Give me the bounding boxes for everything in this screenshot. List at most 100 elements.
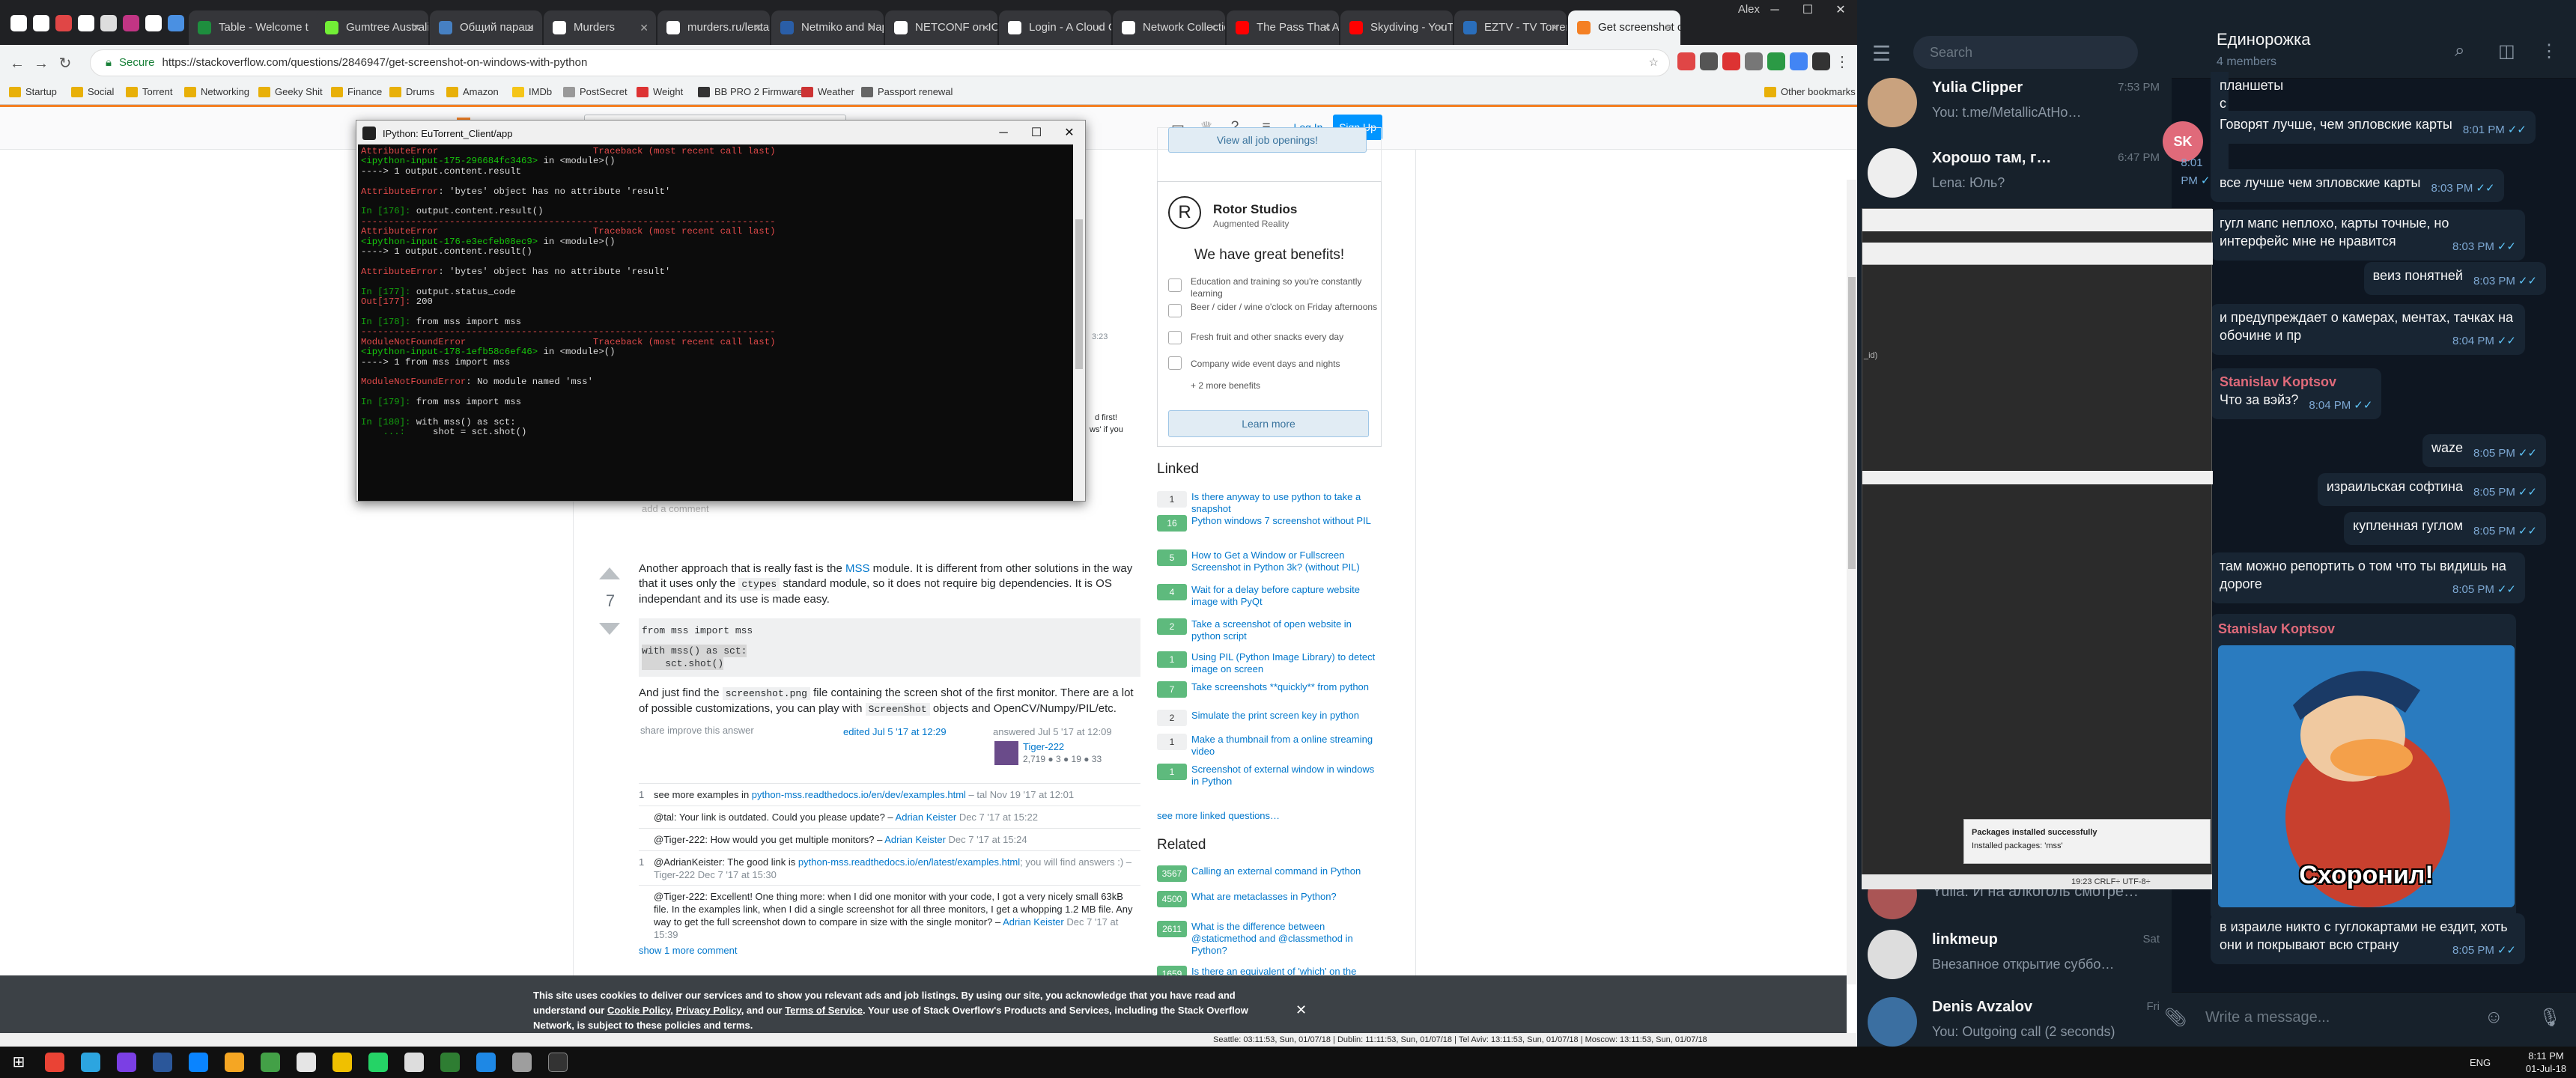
question-link[interactable]: Using PIL (Python Image Library) to dete… [1191,651,1379,675]
chat-message[interactable]: гугл мапс неплохо, карты точные, но инте… [2211,210,2525,261]
bookmark-social[interactable]: Social [71,86,114,97]
address-bar[interactable]: 🔒︎ Secure https://stackoverflow.com/questi… [90,49,1670,76]
bookmark-finance[interactable]: Finance [331,86,382,97]
question-link[interactable]: Screenshot of external window in windows… [1191,764,1379,788]
scrollbar-thumb[interactable] [1075,219,1083,369]
chat-message[interactable]: купленная гуглом 8:05 PM ✓✓ [2344,512,2546,545]
app-icon[interactable] [261,1053,280,1072]
language-indicator[interactable]: ENG [2470,1057,2491,1068]
cookie-policy-link[interactable]: Cookie Policy [607,1005,670,1016]
sidebar-toggle-icon[interactable]: ◫ [2498,40,2515,62]
dialog-item[interactable]: Хорошо там, г… Lena: Юль? 6:47 PM [1857,139,2172,207]
extension-icon[interactable] [1722,52,1740,70]
whatsapp-icon[interactable] [368,1053,388,1072]
question-link[interactable]: Is there anyway to use python to take a … [1191,491,1379,515]
question-link[interactable]: Take screenshots **quickly** from python [1191,681,1379,693]
profile-name[interactable]: Alex [1738,3,1760,16]
minimize-button[interactable]: ─ [987,122,1020,144]
pinned-tab-icon[interactable] [78,15,94,31]
question-link[interactable]: Calling an external command in Python [1191,865,1379,877]
comment-link[interactable]: python-mss.readthedocs.io/en/latest/exam… [798,856,1020,868]
extension-icon[interactable] [1767,52,1785,70]
avatar[interactable] [994,741,1018,765]
onenote-icon[interactable] [117,1053,136,1072]
back-icon[interactable]: ← [7,54,27,73]
message-author[interactable]: Stanislav Koptsov [2220,373,2372,391]
extension-icon[interactable] [1700,52,1718,70]
close-icon[interactable]: ✕ [526,10,535,45]
comment-author-link[interactable]: Adrian Keister [896,811,957,823]
chat-message[interactable]: веиз понятней 8:03 PM ✓✓ [2363,262,2546,295]
page-scrollbar[interactable] [1847,180,1857,984]
company-logo[interactable]: R [1168,196,1201,229]
maximize-button[interactable]: ☐ [1020,122,1053,144]
app-icon[interactable] [225,1053,244,1072]
tab[interactable]: The Pass That Alli ✕ [1227,10,1339,45]
bookmark-bbpro[interactable]: BB PRO 2 Firmware [698,86,803,97]
share-links[interactable]: share improve this answer [640,725,754,736]
chrome-icon[interactable] [45,1053,64,1072]
comment-author-link[interactable]: Adrian Keister [884,834,946,845]
pinned-tab-icon[interactable] [123,15,139,31]
tab[interactable]: Общий параш ✕ [430,10,542,45]
minimize-button[interactable]: ─ [1758,0,1791,21]
app-icon[interactable] [512,1053,532,1072]
app-icon[interactable] [476,1053,496,1072]
close-icon[interactable]: ✕ [1436,10,1445,45]
comment-link[interactable]: python-mss.readthedocs.io/en/dev/example… [752,789,966,800]
app-icon[interactable] [440,1053,460,1072]
upvote-icon[interactable] [599,567,620,579]
bookmark-startup[interactable]: Startup [9,86,57,97]
bookmark-torrent[interactable]: Torrent [126,86,172,97]
question-link[interactable]: Make a thumbnail from a online streaming… [1191,734,1379,758]
bookmark-imdb[interactable]: IMDb [512,86,552,97]
close-icon[interactable]: ✕ [412,10,421,45]
chat-message[interactable]: Stanislav Koptsov Что за вэйз? 8:04 PM ✓✓ [2211,368,2382,419]
extension-icon[interactable] [1812,52,1830,70]
attach-icon[interactable]: 📎︎ [2164,1007,2187,1029]
chat-message[interactable]: waze 8:05 PM ✓✓ [2422,434,2546,467]
bookmark-other[interactable]: Other bookmarks [1764,86,1856,97]
close-icon[interactable]: ✕ [1322,10,1331,45]
tab[interactable]: Netmiko and Nap ✕ [771,10,884,45]
tab-active[interactable]: Get screenshot on✕ [1568,10,1680,45]
close-icon[interactable]: ✕ [1664,10,1673,45]
pinned-tab-icon[interactable] [10,15,27,31]
add-comment-link[interactable]: add a comment [642,503,709,514]
chat-message[interactable]: израильская софтина 8:05 PM ✓✓ [2317,473,2546,506]
extension-icon[interactable] [1677,52,1695,70]
close-icon[interactable]: ✕ [1095,10,1104,45]
terminal-icon[interactable] [548,1053,568,1072]
terms-link[interactable]: Terms of Service [785,1005,863,1016]
pinned-tab-icon[interactable] [33,15,49,31]
bookmark-networking[interactable]: Networking [184,86,249,97]
bookmark-postsecret[interactable]: PostSecret [563,86,628,97]
bookmark-amazon[interactable]: Amazon [446,86,499,97]
close-window-button[interactable]: ✕ [1824,0,1857,21]
chat-message[interactable]: Говорят лучше, чем эпловские карты 8:01 P… [2211,111,2536,144]
close-icon[interactable]: ✕ [640,10,648,45]
tg-search-input[interactable]: Search [1913,36,2138,69]
close-window-button[interactable]: ✕ [1053,122,1086,144]
bookmark-geeky[interactable]: Geeky Shit [258,86,323,97]
microphone-icon[interactable]: 🎙︎ [2539,1007,2561,1029]
dialog-item[interactable]: Yulia Clipper You: t.me/MetallicAtHo… 7:53… [1857,69,2172,136]
forward-icon[interactable]: → [31,54,51,73]
close-icon[interactable]: ✕ [1550,10,1559,45]
message-input[interactable]: Write a message... [2205,1009,2330,1026]
company-name[interactable]: Rotor Studios [1213,202,1297,217]
close-icon[interactable]: ✕ [981,10,990,45]
question-link[interactable]: Python windows 7 screenshot without PIL [1191,515,1379,527]
message-author[interactable]: Stanislav Koptsov [2218,620,2509,638]
notification-toast[interactable]: Packages installed successfully Installed… [1963,819,2211,864]
close-icon[interactable]: ✕ [753,10,762,45]
bookmark-weight[interactable]: Weight [637,86,683,97]
question-link[interactable]: Simulate the print screen key in python [1191,710,1379,722]
scrollbar-thumb[interactable] [1848,277,1856,569]
more-icon[interactable]: ⋮ [2540,40,2558,62]
show-more-comments-link[interactable]: show 1 more comment [639,945,738,956]
tab[interactable]: NETCONF on IO ✕ [885,10,997,45]
bookmark-drums[interactable]: Drums [389,86,434,97]
chat-message[interactable]: там можно репортить о том что ты видишь … [2211,552,2525,603]
chat-message[interactable]: в израиле никто с гуглокартами не ездит,… [2211,913,2525,964]
